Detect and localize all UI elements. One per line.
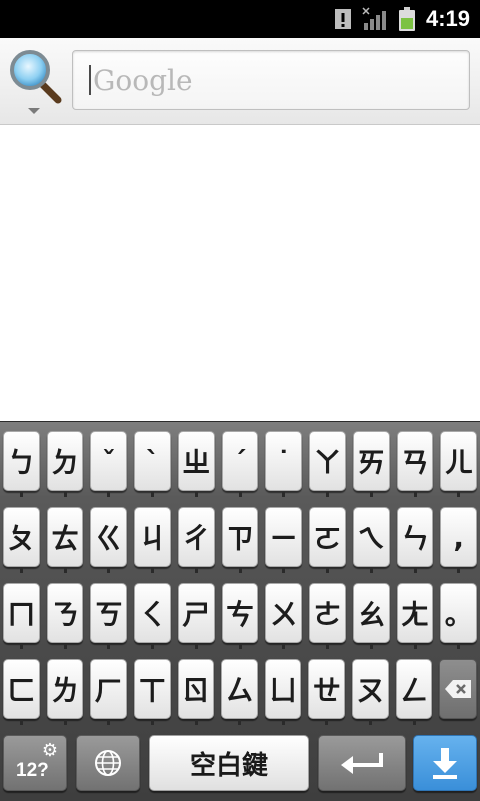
- delete-key[interactable]: [439, 659, 478, 719]
- key[interactable]: ㄧ: [265, 507, 303, 573]
- keyboard-row-4: ㄈ ㄌ ㄏ ㄒ ㄖ ㄙ ㄩ ㄝ ㄡ ㄥ: [3, 659, 478, 725]
- keyboard-function-row: 12? ⚙ 空白鍵: [3, 735, 477, 797]
- key[interactable]: ㄓ: [177, 431, 215, 497]
- key[interactable]: 。: [440, 583, 478, 649]
- enter-arrow-icon: [341, 753, 383, 774]
- gear-icon: ⚙: [41, 740, 58, 761]
- key[interactable]: ˋ: [134, 431, 171, 497]
- symbols-settings-key[interactable]: 12? ⚙: [3, 735, 67, 791]
- keyboard-row-2: ㄆ ㄊ ㄍ ㄐ ㄔ ㄗ ㄧ ㄛ ㄟ ㄣ ,: [3, 507, 478, 573]
- key[interactable]: ㄐ: [134, 507, 171, 573]
- key[interactable]: ㄊ: [46, 507, 84, 573]
- key[interactable]: ㄇ: [3, 583, 40, 649]
- dropdown-arrow-icon: [28, 108, 40, 114]
- search-engine-selector[interactable]: [8, 48, 64, 114]
- key[interactable]: ㄡ: [352, 659, 389, 725]
- key[interactable]: ㄍ: [90, 507, 128, 573]
- magnifier-icon: [10, 50, 62, 114]
- key[interactable]: ㄗ: [221, 507, 259, 573]
- key[interactable]: ㄌ: [46, 659, 84, 725]
- zhuyin-keyboard: ㄅ ㄉ ˇ ˋ ㄓ ˊ ˙ ㄚ ㄞ ㄢ ㄦ ㄆ ㄊ ㄍ ㄐ ㄔ ㄗ ㄧ ㄛ ㄟ …: [0, 421, 480, 801]
- key[interactable]: ㄦ: [440, 431, 478, 497]
- status-time: 4:19: [425, 6, 470, 31]
- search-input[interactable]: Google: [72, 50, 470, 110]
- key[interactable]: ㄤ: [396, 583, 434, 649]
- language-switch-key[interactable]: [76, 735, 140, 791]
- key[interactable]: ㄝ: [308, 659, 346, 725]
- results-area: [0, 125, 480, 421]
- status-bar: 4:19: [0, 0, 480, 38]
- alert-icon: [334, 8, 352, 30]
- text-caret: [89, 65, 91, 95]
- key[interactable]: ㄠ: [352, 583, 390, 649]
- key[interactable]: ㄑ: [134, 583, 171, 649]
- key[interactable]: ㄩ: [264, 659, 302, 725]
- space-key[interactable]: 空白鍵: [149, 735, 309, 791]
- keyboard-row-1: ㄅ ㄉ ˇ ˋ ㄓ ˊ ˙ ㄚ ㄞ ㄢ ㄦ: [3, 431, 478, 497]
- key[interactable]: ㄛ: [309, 507, 346, 573]
- key[interactable]: ㄘ: [221, 583, 259, 649]
- key[interactable]: ㄅ: [3, 431, 40, 497]
- key[interactable]: ㄕ: [177, 583, 215, 649]
- download-arrow-icon: [433, 748, 457, 779]
- key[interactable]: ㄋ: [46, 583, 84, 649]
- symbols-key-label: 12?: [16, 760, 49, 781]
- key[interactable]: ㄉ: [46, 431, 84, 497]
- keyboard-row-3: ㄇ ㄋ ㄎ ㄑ ㄕ ㄘ ㄨ ㄜ ㄠ ㄤ 。: [3, 583, 478, 649]
- key[interactable]: ㄣ: [396, 507, 434, 573]
- key[interactable]: ㄈ: [3, 659, 40, 725]
- key[interactable]: ˊ: [221, 431, 259, 497]
- key[interactable]: ,: [440, 507, 478, 573]
- key[interactable]: ㄜ: [309, 583, 346, 649]
- key[interactable]: ㄒ: [133, 659, 171, 725]
- battery-icon: [398, 6, 416, 32]
- enter-key[interactable]: [318, 735, 406, 791]
- key[interactable]: ˇ: [90, 431, 128, 497]
- key[interactable]: ㄏ: [90, 659, 127, 725]
- key[interactable]: ㄆ: [3, 507, 40, 573]
- key[interactable]: ㄙ: [221, 659, 258, 725]
- key[interactable]: ㄎ: [90, 583, 128, 649]
- signal-icon: [362, 7, 388, 31]
- globe-icon: [95, 750, 121, 776]
- search-placeholder: Google: [93, 63, 193, 97]
- key[interactable]: ㄖ: [177, 659, 215, 725]
- key[interactable]: ㄚ: [309, 431, 346, 497]
- key[interactable]: ㄞ: [352, 431, 390, 497]
- key[interactable]: ㄢ: [396, 431, 434, 497]
- hide-keyboard-key[interactable]: [413, 735, 477, 791]
- key[interactable]: ˙: [265, 431, 303, 497]
- backspace-icon: [445, 680, 472, 698]
- key[interactable]: ㄨ: [265, 583, 303, 649]
- key[interactable]: ㄟ: [352, 507, 390, 573]
- key[interactable]: ㄥ: [395, 659, 433, 725]
- search-bar: Google: [0, 38, 480, 125]
- key[interactable]: ㄔ: [177, 507, 215, 573]
